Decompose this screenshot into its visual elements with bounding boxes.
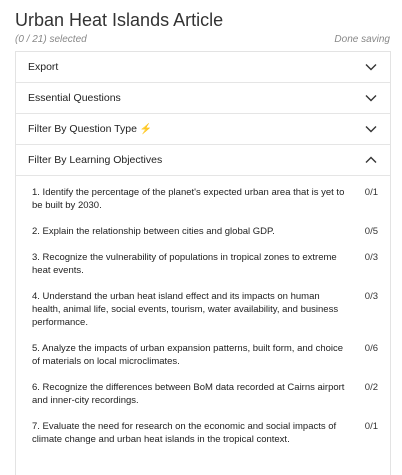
learning-objectives-list: 1. Identify the percentage of the planet…: [16, 176, 390, 446]
question-type-section-header[interactable]: Filter By Question Type ⚡: [16, 114, 390, 145]
section-label-wrap: Filter By Question Type ⚡: [28, 123, 152, 135]
lightning-bolt-icon: ⚡: [139, 124, 153, 135]
objective-count: 0/1: [364, 187, 378, 198]
objective-text: 6. Recognize the differences between BoM…: [32, 382, 345, 406]
objective-text: 2. Explain the relationship between citi…: [32, 226, 275, 237]
learning-objective-item[interactable]: 2. Explain the relationship between citi…: [32, 225, 378, 238]
selection-count: (0 / 21) selected: [15, 34, 87, 45]
objective-count: 0/2: [364, 382, 378, 393]
objective-text: 3. Recognize the vulnerability of popula…: [32, 252, 337, 276]
chevron-down-icon: [364, 91, 378, 105]
objective-text: 7. Evaluate the need for research on the…: [32, 421, 337, 445]
status-row: (0 / 21) selected Done saving: [15, 34, 390, 45]
objective-count: 0/3: [364, 291, 378, 302]
objective-text: 5. Analyze the impacts of urban expansio…: [32, 343, 344, 367]
objective-count: 0/3: [364, 252, 378, 263]
learning-objective-item[interactable]: 4. Understand the urban heat island effe…: [32, 290, 378, 329]
learning-objective-item[interactable]: 1. Identify the percentage of the planet…: [32, 186, 378, 212]
learning-objective-item[interactable]: 5. Analyze the impacts of urban expansio…: [32, 342, 378, 368]
section-label: Filter By Learning Objectives: [28, 154, 163, 166]
accordion-panel: Export Essential Questions Filter By Que…: [15, 51, 391, 475]
learning-objective-item[interactable]: 6. Recognize the differences between BoM…: [32, 381, 378, 407]
section-label: Essential Questions: [28, 92, 121, 104]
learning-objective-item[interactable]: 3. Recognize the vulnerability of popula…: [32, 251, 378, 277]
section-label: Filter By Question Type: [28, 123, 137, 135]
chevron-up-icon: [364, 153, 378, 167]
objective-text: 1. Identify the percentage of the planet…: [32, 187, 345, 211]
save-status: Done saving: [334, 34, 390, 45]
section-label: Export: [28, 61, 59, 73]
objective-count: 0/1: [364, 421, 378, 432]
objective-count: 0/5: [364, 226, 378, 237]
export-section-header[interactable]: Export: [16, 52, 390, 83]
chevron-down-icon: [364, 122, 378, 136]
essential-questions-section-header[interactable]: Essential Questions: [16, 83, 390, 114]
objective-count: 0/6: [364, 343, 378, 354]
objective-text: 4. Understand the urban heat island effe…: [32, 291, 339, 328]
chevron-down-icon: [364, 60, 378, 74]
learning-objective-item[interactable]: 7. Evaluate the need for research on the…: [32, 420, 378, 446]
page-title: Urban Heat Islands Article: [15, 10, 224, 30]
learning-objectives-section-header[interactable]: Filter By Learning Objectives: [16, 145, 390, 176]
